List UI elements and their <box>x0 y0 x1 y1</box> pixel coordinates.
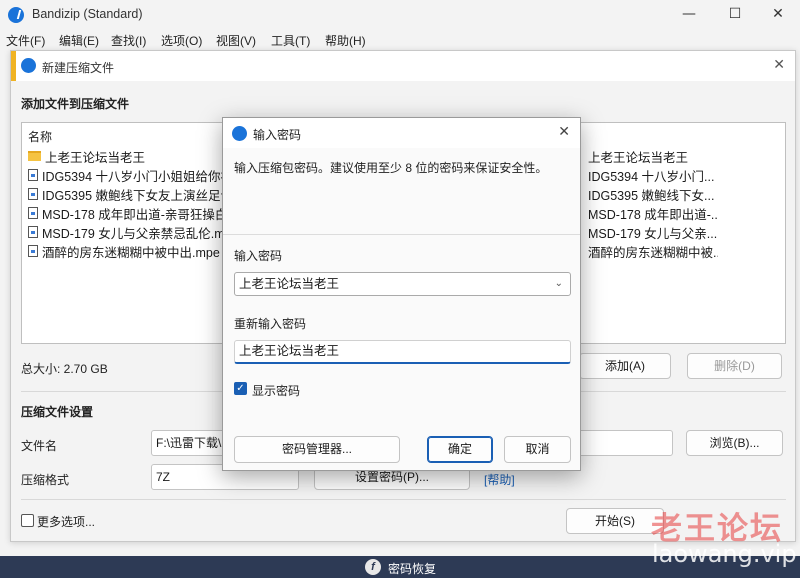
help-link[interactable]: [帮助] <box>484 471 515 488</box>
video-file-icon <box>28 226 38 238</box>
divider <box>223 234 580 235</box>
list-item-path: IDG5394 十八岁小门... <box>588 170 715 184</box>
show-password-checkbox[interactable]: ✓ <box>234 382 247 395</box>
list-item[interactable]: IDG5394 十八岁小门小姐姐给你初 <box>28 166 233 184</box>
menu-bar: 文件(F) 编辑(E) 查找(I) 选项(O) 视图(V) 工具(T) 帮助(H… <box>0 30 800 50</box>
watermark-url: laowang.vip <box>652 540 797 568</box>
app-title: Bandizip (Standard) <box>32 7 143 21</box>
reenter-password-field[interactable]: 上老王论坛当老王 <box>234 340 571 364</box>
new-archive-title: 新建压缩文件 <box>42 61 115 75</box>
menu-file[interactable]: 文件(F) <box>6 32 45 49</box>
more-options-label[interactable]: 更多选项... <box>37 513 95 530</box>
list-item[interactable]: 上老王论坛当老王 <box>28 147 145 165</box>
column-header-name[interactable]: 名称 <box>28 128 52 145</box>
menu-help[interactable]: 帮助(H) <box>325 32 366 49</box>
add-files-heading: 添加文件到压缩文件 <box>21 97 130 111</box>
divider <box>21 499 786 500</box>
filename-label: 文件名 <box>21 439 58 453</box>
main-titlebar: Bandizip (Standard) — ☐ ✕ <box>0 0 800 30</box>
archive-settings-heading: 压缩文件设置 <box>21 405 94 419</box>
video-file-icon <box>28 169 38 181</box>
cancel-button[interactable]: 取消 <box>504 436 571 463</box>
close-icon[interactable]: ✕ <box>773 56 785 73</box>
password-description: 输入压缩包密码。建议使用至少 8 位的密码来保证安全性。 <box>234 161 548 175</box>
list-item-label: 上老王论坛当老王 <box>45 150 146 165</box>
list-item[interactable]: MSD-179 女儿与父亲禁忌乱伦.mp <box>28 223 232 241</box>
folder-icon <box>28 151 41 161</box>
password-recovery-label[interactable]: 密码恢复 <box>388 560 436 577</box>
bandizip-logo-icon <box>21 58 36 73</box>
list-item-path: MSD-178 成年即出道-... <box>588 208 718 222</box>
menu-edit[interactable]: 编辑(E) <box>59 32 99 49</box>
password-label: 输入密码 <box>234 249 283 263</box>
list-item-path: 上老王论坛当老王 <box>588 151 689 165</box>
password-value: 上老王论坛当老王 <box>239 277 340 291</box>
menu-view[interactable]: 视图(V) <box>216 32 256 49</box>
minimize-button[interactable]: — <box>666 0 712 30</box>
password-manager-button[interactable]: 密码管理器... <box>234 436 400 463</box>
reenter-password-label: 重新输入密码 <box>234 317 307 331</box>
close-button[interactable]: ✕ <box>755 0 800 30</box>
video-file-icon <box>28 188 38 200</box>
menu-tools[interactable]: 工具(T) <box>271 32 310 49</box>
list-item[interactable]: IDG5395 嫩鲍线下女友上演丝足诱 <box>28 185 233 203</box>
list-item-path: IDG5395 嫩鲍线下女... <box>588 189 715 203</box>
show-password-label[interactable]: 显示密码 <box>252 382 300 399</box>
list-item[interactable]: 酒醉的房东迷糊糊中被中出.mpe <box>28 242 220 260</box>
password-dialog-title: 输入密码 <box>253 128 302 142</box>
bandizip-logo-icon <box>232 126 247 141</box>
list-item-label: MSD-179 女儿与父亲禁忌乱伦.mp <box>42 226 232 241</box>
password-recovery-icon[interactable]: f <box>365 559 381 575</box>
new-archive-titlebar: 新建压缩文件 ✕ <box>11 51 795 81</box>
list-item-path: MSD-179 女儿与父亲... <box>588 227 718 241</box>
total-size: 总大小: 2.70 GB <box>21 362 108 376</box>
list-item-label: IDG5394 十八岁小门小姐姐给你初 <box>42 169 234 184</box>
format-label: 压缩格式 <box>21 473 70 487</box>
ok-button[interactable]: 确定 <box>427 436 493 463</box>
password-field[interactable]: 上老王论坛当老王 ⌄ <box>234 272 571 296</box>
list-item-path: 酒醉的房东迷糊糊中被... <box>588 246 718 260</box>
browse-button[interactable]: 浏览(B)... <box>686 430 783 456</box>
bandizip-logo-icon <box>8 7 24 23</box>
maximize-button[interactable]: ☐ <box>712 0 758 30</box>
close-icon[interactable]: ✕ <box>558 123 570 140</box>
password-dialog-titlebar: 输入密码 ✕ <box>223 118 580 148</box>
list-item[interactable]: MSD-178 成年即出道-亲哥狂操白 <box>28 204 227 222</box>
video-file-icon <box>28 207 38 219</box>
menu-options[interactable]: 选项(O) <box>161 32 202 49</box>
password-dialog: 输入密码 ✕ 输入压缩包密码。建议使用至少 8 位的密码来保证安全性。 输入密码… <box>222 117 581 471</box>
video-file-icon <box>28 245 38 257</box>
list-item-label: MSD-178 成年即出道-亲哥狂操白 <box>42 207 228 222</box>
start-button[interactable]: 开始(S) <box>566 508 664 534</box>
chevron-down-icon[interactable]: ⌄ <box>555 273 563 295</box>
list-item-label: 酒醉的房东迷糊糊中被中出.mpe <box>42 245 220 260</box>
more-options-checkbox[interactable] <box>21 514 34 527</box>
menu-find[interactable]: 查找(I) <box>111 32 146 49</box>
list-item-label: IDG5395 嫩鲍线下女友上演丝足诱 <box>42 188 234 203</box>
add-button[interactable]: 添加(A) <box>579 353 671 379</box>
delete-button[interactable]: 删除(D) <box>687 353 782 379</box>
